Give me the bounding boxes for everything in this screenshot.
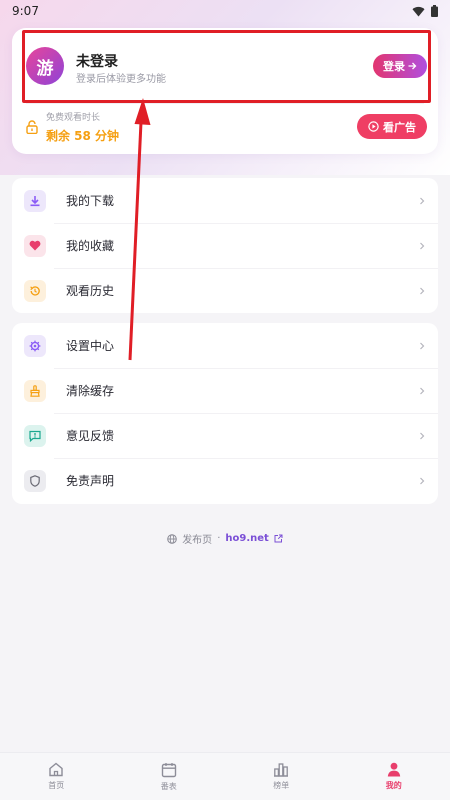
menu-item-clear-cache[interactable]: 清除缓存	[12, 368, 438, 413]
chevron-right-icon	[420, 342, 425, 349]
chevron-right-icon	[420, 477, 425, 484]
calendar-icon	[161, 762, 176, 777]
release-page-link[interactable]: 发布页 · ho9.net	[0, 531, 450, 546]
nav-label: 我的	[385, 781, 402, 790]
history-icon	[30, 285, 40, 296]
menu-icon-bg	[24, 234, 46, 257]
watch-time-remaining: 剩余 58 分钟	[46, 129, 120, 143]
chevron-right-icon	[420, 387, 425, 394]
watch-time-label: 免费观看时长	[46, 113, 101, 123]
watch-ad-label: 看广告	[383, 120, 416, 134]
menu-icon-bg	[24, 469, 46, 492]
menu-label: 清除缓存	[66, 384, 115, 398]
chevron-right-icon	[420, 287, 425, 294]
menu-icon-bg	[24, 379, 46, 402]
login-hint: 登录后体验更多功能	[76, 74, 166, 85]
menu-label: 观看历史	[66, 284, 115, 298]
menu-label: 我的下载	[66, 194, 115, 208]
chevron-right-icon	[420, 242, 425, 249]
feedback-icon	[29, 430, 41, 442]
heart-icon	[29, 240, 41, 251]
chevron-right-icon	[420, 432, 425, 439]
release-page-label: 发布页	[182, 535, 213, 546]
menu-item-feedback[interactable]: 意见反馈	[12, 413, 438, 458]
profile-icon	[387, 762, 400, 777]
menu-icon-bg	[24, 279, 46, 302]
menu-item-settings[interactable]: 设置中心	[12, 323, 438, 368]
menu-label: 设置中心	[66, 339, 115, 353]
menu-label: 我的收藏	[66, 239, 115, 253]
download-icon	[30, 195, 40, 206]
menu-item-favorites[interactable]: 我的收藏	[12, 223, 438, 268]
menu-icon-bg	[24, 334, 46, 357]
footer-separator: ·	[217, 533, 221, 544]
user-card: 游 未登录 登录后体验更多功能 登录 免费观看时长 剩余 58 分钟 看广告	[12, 28, 438, 154]
card-divider	[26, 103, 424, 104]
nav-label: 榜单	[273, 781, 290, 790]
menu-item-disclaimer[interactable]: 免责声明	[12, 458, 438, 503]
nav-label: 首页	[48, 781, 65, 790]
menu-label: 免责声明	[66, 474, 115, 488]
menu-group-settings: 设置中心 清除缓存 意见反馈 免责声明	[12, 323, 438, 504]
external-link-icon	[274, 534, 283, 543]
nav-tab-home[interactable]: 首页	[0, 753, 113, 800]
shield-icon	[30, 474, 40, 487]
nav-label: 番表	[160, 781, 177, 791]
login-button-label: 登录	[383, 60, 405, 73]
login-button[interactable]: 登录	[373, 54, 427, 78]
home-icon	[49, 762, 63, 777]
menu-icon-bg	[24, 424, 46, 447]
menu-icon-bg	[24, 189, 46, 212]
broom-icon	[30, 384, 40, 397]
menu-item-downloads[interactable]: 我的下载	[12, 178, 438, 223]
nav-tab-profile[interactable]: 我的	[338, 753, 450, 800]
login-status-title: 未登录	[76, 54, 118, 70]
menu-item-history[interactable]: 观看历史	[12, 268, 438, 313]
chevron-right-icon	[420, 197, 425, 204]
release-page-domain[interactable]: ho9.net	[225, 533, 268, 544]
avatar[interactable]: 游	[26, 47, 64, 85]
nav-tab-ranking[interactable]: 榜单	[225, 753, 338, 800]
nav-tab-schedule[interactable]: 番表	[113, 753, 226, 800]
arrow-right-icon	[408, 62, 417, 70]
bottom-navigation: 首页 番表 榜单 我的	[0, 752, 450, 800]
menu-group-library: 我的下载 我的收藏 观看历史	[12, 178, 438, 313]
ranking-icon	[274, 763, 289, 777]
watch-ad-button[interactable]: 看广告	[357, 114, 427, 139]
lock-icon	[26, 120, 38, 134]
gear-icon	[29, 340, 41, 351]
menu-label: 意见反馈	[66, 429, 115, 443]
play-circle-icon	[368, 121, 379, 132]
globe-icon	[167, 533, 177, 544]
